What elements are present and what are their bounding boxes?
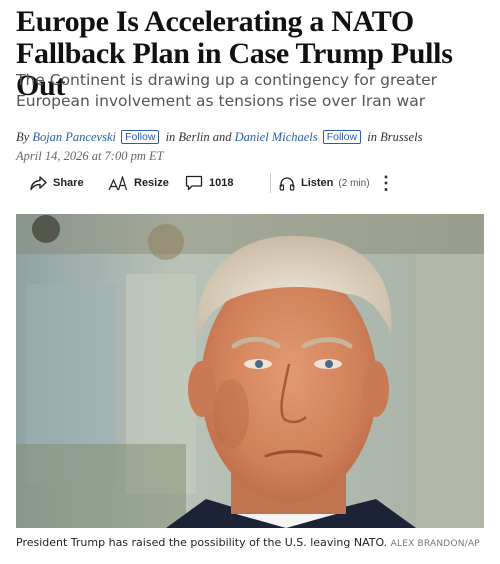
share-label: Share	[53, 177, 84, 189]
caption-text: President Trump has raised the possibili…	[16, 536, 388, 549]
listen-button[interactable]: Listen (2 min)	[279, 176, 377, 191]
photo-credit: ALEX BRANDON/AP	[390, 539, 480, 549]
article-dek: The Continent is drawing up a contingenc…	[16, 71, 438, 110]
byline-location-2: in Brussels	[367, 130, 423, 144]
comments-button[interactable]: 1018	[185, 175, 270, 191]
listen-duration: (2 min)	[338, 177, 370, 189]
resize-icon	[108, 175, 128, 191]
resize-label: Resize	[134, 177, 169, 189]
article-toolbar: Share Resize 1018 Listen (2 min) ⋮	[30, 172, 395, 194]
share-button[interactable]: Share	[30, 175, 108, 191]
toolbar-divider	[270, 173, 271, 193]
author-link-2[interactable]: Daniel Michaels	[235, 130, 318, 144]
article-photo	[16, 214, 484, 528]
more-options-button[interactable]: ⋮	[377, 173, 395, 193]
photo-caption: President Trump has raised the possibili…	[16, 536, 486, 549]
more-options-icon: ⋮	[377, 173, 395, 193]
comment-icon	[185, 175, 203, 191]
byline-location-1: in Berlin and	[165, 130, 232, 144]
resize-button[interactable]: Resize	[108, 175, 185, 191]
publish-date: April 14, 2026 at 7:00 pm ET	[16, 149, 164, 163]
follow-button-2[interactable]: Follow	[322, 130, 362, 144]
share-icon	[30, 175, 47, 191]
byline-prefix: By	[16, 130, 30, 144]
byline: By Bojan Pancevski Follow in Berlin and …	[16, 130, 486, 145]
headphones-icon	[279, 176, 295, 191]
follow-button-1[interactable]: Follow	[121, 130, 160, 144]
author-link-1[interactable]: Bojan Pancevski	[32, 130, 116, 144]
listen-label: Listen	[301, 177, 334, 189]
portrait-image	[16, 214, 484, 528]
comments-count: 1018	[209, 177, 234, 189]
